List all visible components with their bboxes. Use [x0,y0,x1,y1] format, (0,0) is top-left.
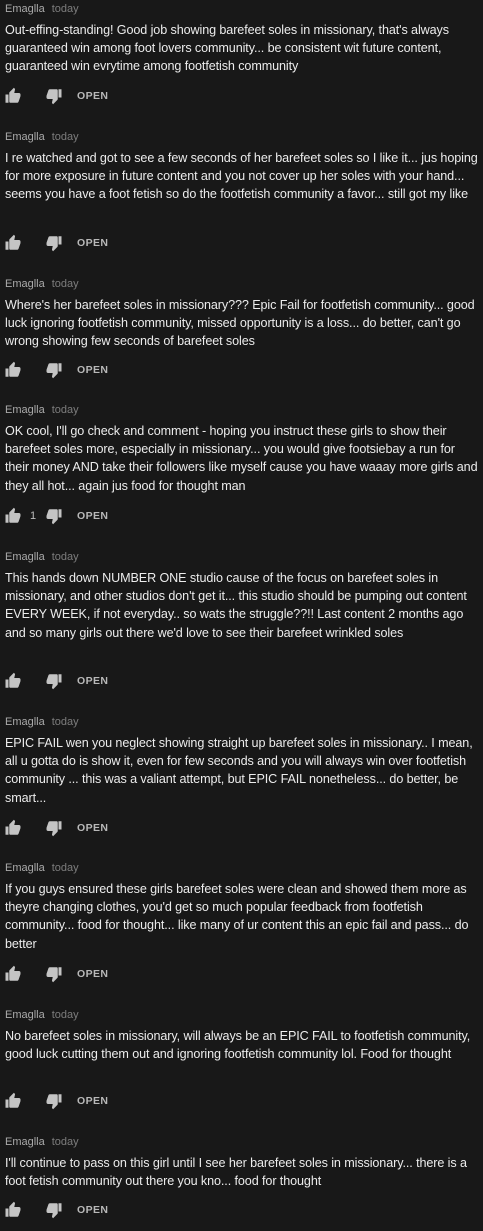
thumbs-up-icon[interactable] [4,1201,22,1219]
comment-date: today [51,551,79,563]
comment-date: today [51,716,79,728]
comment-author[interactable]: Emaglla [5,131,45,143]
comment-text: No barefeet soles in missionary, will al… [5,1029,471,1062]
comment-author[interactable]: Emaglla [5,1009,45,1021]
comment-actions: OPEN [0,1200,300,1220]
thumbs-down-icon[interactable] [45,965,63,983]
comment-meta: Emaglla today [5,1009,79,1022]
comment-text: Out-effing-standing! Good job showing ba… [5,23,449,74]
comment-date: today [51,1009,79,1021]
thumbs-up-icon[interactable] [4,965,22,983]
comment-author[interactable]: Emaglla [5,3,45,15]
comment-text: If you guys ensured these girls barefeet… [5,882,469,951]
comment-date: today [51,404,79,416]
thumbs-up-icon[interactable] [4,234,22,252]
thumbs-down-icon[interactable] [45,1201,63,1219]
comment-actions: OPEN [0,233,300,253]
comment-date: today [51,131,79,143]
comment-list: Emaglla today Out-effing-standing! Good j… [0,0,483,1231]
comment-author[interactable]: Emaglla [5,404,45,416]
thumbs-down-icon[interactable] [45,672,63,690]
comment-author[interactable]: Emaglla [5,862,45,874]
comment-meta: Emaglla today [5,862,79,875]
comment-text: This hands down NUMBER ONE studio cause … [5,571,467,640]
comment-text: Where's her barefeet soles in missionary… [5,298,475,349]
thumbs-down-icon[interactable] [45,1092,63,1110]
open-button[interactable]: OPEN [77,90,108,102]
comment-actions: OPEN [0,818,300,838]
thumbs-up-icon[interactable] [4,361,22,379]
thumbs-up-icon[interactable] [4,507,22,525]
comment-date: today [51,862,79,874]
comment-author[interactable]: Emaglla [5,551,45,563]
comment-meta: Emaglla today [5,1136,79,1149]
thumbs-down-icon[interactable] [45,361,63,379]
comment-meta: Emaglla today [5,716,79,729]
comment-meta: Emaglla today [5,404,79,417]
thumbs-up-icon[interactable] [4,819,22,837]
open-button[interactable]: OPEN [77,1095,108,1107]
comment-meta: Emaglla today [5,3,79,16]
comment-text: I re watched and got to see a few second… [5,151,478,202]
thumbs-up-icon[interactable] [4,1092,22,1110]
comment-author[interactable]: Emaglla [5,278,45,290]
thumbs-down-icon[interactable] [45,234,63,252]
open-button[interactable]: OPEN [77,822,108,834]
comment-meta: Emaglla today [5,131,79,144]
comment-date: today [51,1136,79,1148]
open-button[interactable]: OPEN [77,237,108,249]
comment-author[interactable]: Emaglla [5,1136,45,1148]
comment-actions: OPEN [0,1091,300,1111]
comment-text: I'll continue to pass on this girl until… [5,1156,467,1189]
comment-actions: OPEN [0,671,300,691]
comment-author[interactable]: Emaglla [5,716,45,728]
open-button[interactable]: OPEN [77,968,108,980]
comment-actions: OPEN [0,360,300,380]
thumbs-down-icon[interactable] [45,507,63,525]
open-button[interactable]: OPEN [77,675,108,687]
comment-date: today [51,278,79,290]
comment-actions: OPEN [0,86,300,106]
comment-meta: Emaglla today [5,551,79,564]
comment-text: OK cool, I'll go check and comment - hop… [5,424,478,493]
like-count: 1 [30,510,37,522]
comment-text: EPIC FAIL wen you neglect showing straig… [5,736,473,805]
open-button[interactable]: OPEN [77,510,108,522]
comment-actions: OPEN [0,964,300,984]
comment-meta: Emaglla today [5,278,79,291]
comment-date: today [51,3,79,15]
thumbs-up-icon[interactable] [4,672,22,690]
open-button[interactable]: OPEN [77,1204,108,1216]
thumbs-down-icon[interactable] [45,819,63,837]
open-button[interactable]: OPEN [77,364,108,376]
comment-actions: 1 OPEN [0,506,300,526]
thumbs-up-icon[interactable] [4,87,22,105]
thumbs-down-icon[interactable] [45,87,63,105]
